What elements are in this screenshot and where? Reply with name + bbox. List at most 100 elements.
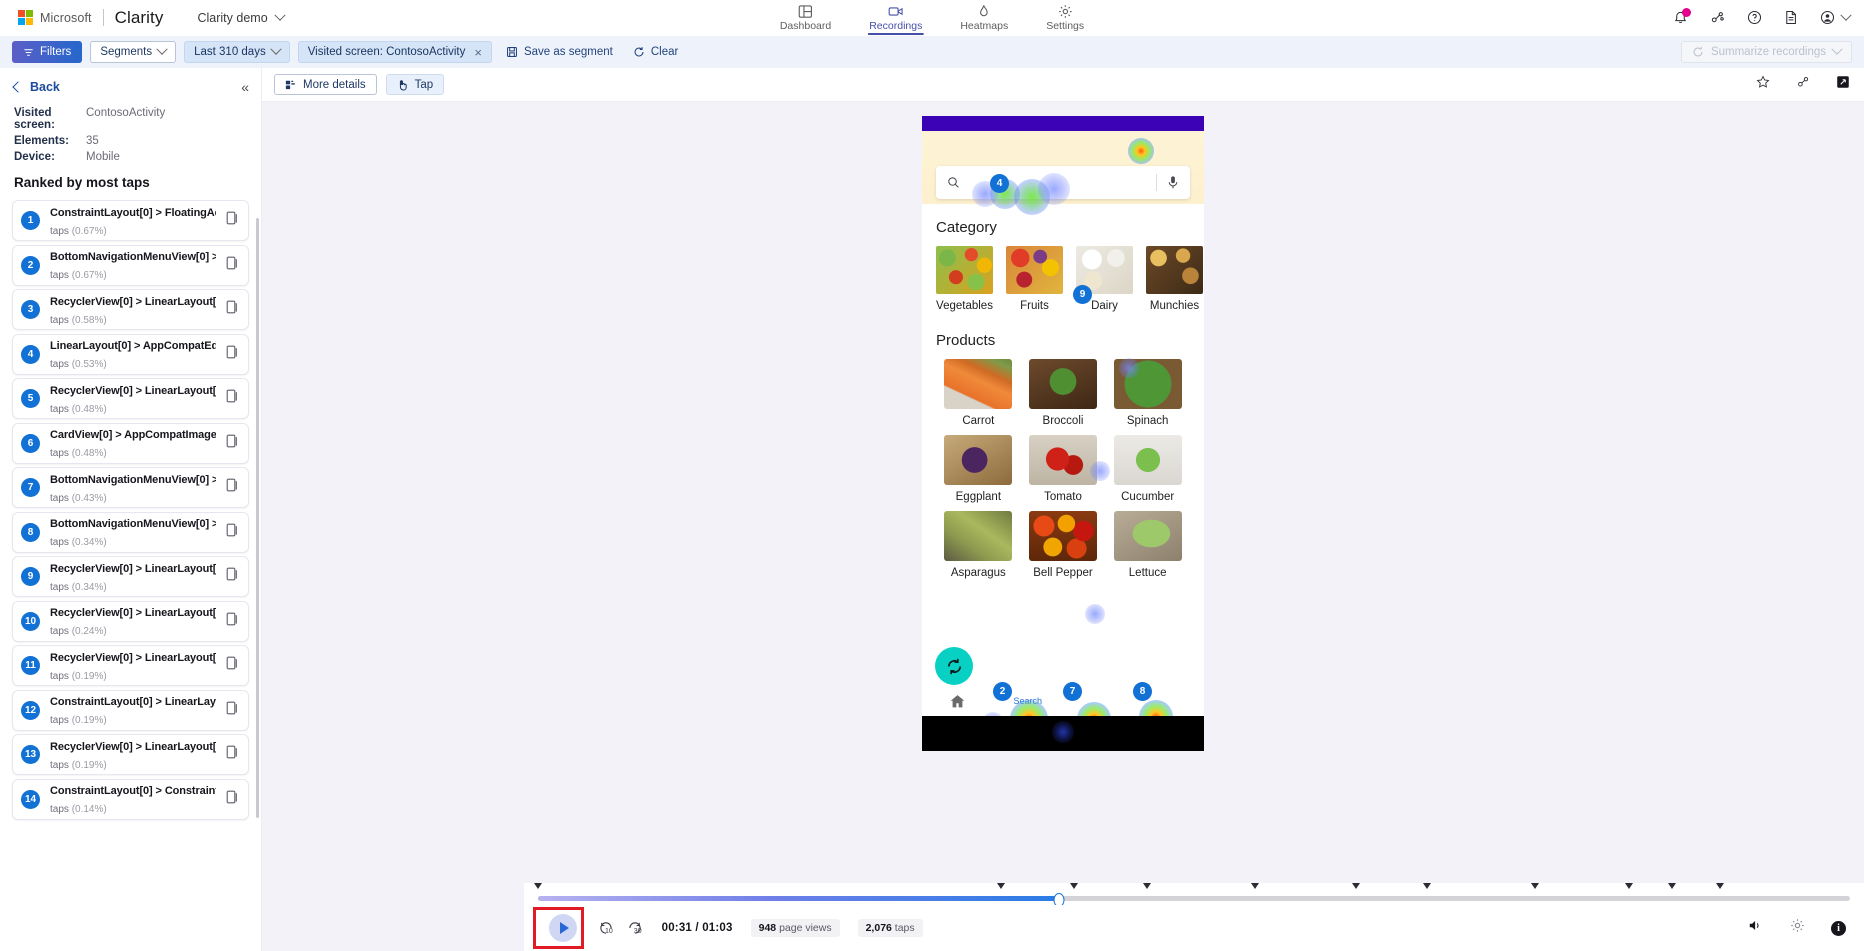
ranked-element-card[interactable]: 13 RecyclerView[0] > LinearLayout[1]4 tap… xyxy=(12,734,249,775)
phone-product-item[interactable]: Eggplant xyxy=(938,435,1019,503)
more-details-button[interactable]: More details xyxy=(274,74,377,95)
nav-item-settings[interactable]: Settings xyxy=(1041,0,1089,36)
tap-marker[interactable]: 8 xyxy=(1133,682,1152,701)
link-share-icon[interactable] xyxy=(1796,75,1810,94)
phone-search-bar[interactable] xyxy=(936,166,1190,199)
phone-product-item[interactable]: Spinach xyxy=(1107,359,1188,427)
settings-gear-icon[interactable] xyxy=(1790,918,1805,938)
recording-viewport[interactable]: Category Vegetables Fruits Dairy Munchies P… xyxy=(262,102,1864,951)
nav-item-dashboard[interactable]: Dashboard xyxy=(775,0,836,36)
collapse-panel-button[interactable]: « xyxy=(241,79,249,95)
filters-button[interactable]: Filters xyxy=(12,41,83,63)
rank-badge: 5 xyxy=(21,389,40,408)
rewind-10-button[interactable]: 10 xyxy=(598,920,613,936)
nav-item-recordings[interactable]: Recordings xyxy=(864,0,927,36)
element-info: ConstraintLayout[0] > FloatingActi...14 … xyxy=(50,203,216,239)
ranked-element-card[interactable]: 3 RecyclerView[0] > LinearLayout[10]12 ta… xyxy=(12,289,249,330)
forward-30-button[interactable]: 30 xyxy=(627,920,642,936)
ranked-element-card[interactable]: 6 CardView[0] > AppCompatImageVi...10 tap… xyxy=(12,422,249,464)
phone-product-item[interactable]: Carrot xyxy=(938,359,1019,427)
tap-marker[interactable]: 2 xyxy=(993,682,1012,701)
ranked-element-card[interactable]: 4 LinearLayout[0] > AppCompatEditT...11 t… xyxy=(12,333,249,375)
help-icon[interactable] xyxy=(1747,10,1762,25)
timeline-tick xyxy=(534,883,542,889)
copy-selector-icon[interactable] xyxy=(226,701,238,720)
share-icon[interactable] xyxy=(1710,10,1725,25)
ranked-element-card[interactable]: 8 BottomNavigationMenuView[0] > ...7 taps… xyxy=(12,511,249,553)
sparkle-refresh-icon xyxy=(1693,46,1703,57)
ranked-element-card[interactable]: 1 ConstraintLayout[0] > FloatingActi...14… xyxy=(12,200,249,241)
notifications-icon[interactable] xyxy=(1673,8,1691,25)
settings-icon xyxy=(1058,4,1072,18)
volume-icon[interactable] xyxy=(1748,918,1764,938)
timeline-track[interactable] xyxy=(538,896,1850,901)
project-selector[interactable]: Clarity demo xyxy=(197,9,286,25)
phone-product-item[interactable]: Bell Pepper xyxy=(1023,511,1104,579)
phone-product-item[interactable]: Cucumber xyxy=(1107,435,1188,503)
copy-selector-icon[interactable] xyxy=(226,389,238,408)
ranked-element-card[interactable]: 10 RecyclerView[0] > LinearLayout[9]5 tap… xyxy=(12,600,249,642)
ranked-element-card[interactable]: 14 ConstraintLayout[0] > ConstraintLa...3… xyxy=(12,778,249,820)
docs-icon[interactable] xyxy=(1784,10,1798,25)
copy-selector-icon[interactable] xyxy=(226,211,238,230)
phone-product-item[interactable]: Tomato xyxy=(1023,435,1104,503)
phone-products-grid[interactable]: Carrot Broccoli Spinach Eggplant Tomato Cucum… xyxy=(922,349,1204,579)
copy-selector-icon[interactable] xyxy=(226,745,238,764)
panel-scrollbar[interactable] xyxy=(256,218,259,818)
phone-product-item[interactable]: Broccoli xyxy=(1023,359,1104,427)
nav-item-heatmaps[interactable]: Heatmaps xyxy=(955,0,1013,36)
metadata-key: Visited screen: xyxy=(14,107,55,131)
copy-selector-icon[interactable] xyxy=(226,478,238,497)
element-path: RecyclerView[0] > LinearLayout[11] xyxy=(50,384,216,397)
tap-marker[interactable]: 9 xyxy=(1073,285,1092,304)
element-info: RecyclerView[0] > LinearLayout[2]7 taps … xyxy=(50,559,216,595)
summarize-recordings-button[interactable]: Summarize recordings xyxy=(1680,41,1852,63)
copy-selector-icon[interactable] xyxy=(226,256,238,275)
element-path: RecyclerView[0] > LinearLayout[10] xyxy=(50,295,216,308)
save-as-segment-button[interactable]: Save as segment xyxy=(500,46,619,58)
copy-selector-icon[interactable] xyxy=(226,656,238,675)
ranked-element-card[interactable]: 9 RecyclerView[0] > LinearLayout[2]7 taps… xyxy=(12,556,249,597)
copy-selector-icon[interactable] xyxy=(226,790,238,809)
copy-selector-icon[interactable] xyxy=(226,523,238,542)
clear-filters-button[interactable]: Clear xyxy=(627,46,684,58)
visited-screen-filter-chip[interactable]: Visited screen: ContosoActivity × xyxy=(297,41,492,63)
tap-marker[interactable]: 4 xyxy=(990,174,1009,193)
phone-category-item[interactable]: Fruits xyxy=(1006,246,1063,312)
ranked-element-card[interactable]: 12 ConstraintLayout[0] > LinearLayout...4… xyxy=(12,689,249,731)
close-icon[interactable]: × xyxy=(474,46,482,59)
ranked-element-card[interactable]: 5 RecyclerView[0] > LinearLayout[11]10 ta… xyxy=(12,378,249,419)
phone-category-row[interactable]: Vegetables Fruits Dairy Munchies xyxy=(922,236,1204,312)
phone-product-item[interactable]: Asparagus xyxy=(938,511,1019,579)
copy-selector-icon[interactable] xyxy=(226,345,238,364)
favorite-star-icon[interactable] xyxy=(1756,75,1770,94)
ranked-element-card[interactable]: 11 RecyclerView[0] > LinearLayout[5]4 tap… xyxy=(12,645,249,686)
phone-nav-home[interactable] xyxy=(922,693,993,710)
screen-metadata: Visited screen: ContosoActivity Elements… xyxy=(14,107,247,163)
microsoft-wordmark: Microsoft xyxy=(40,10,92,25)
ranked-elements-list[interactable]: 1ConstraintLayout[0] > FloatingActi...14… xyxy=(0,190,261,951)
ranked-element-card[interactable]: 7 BottomNavigationMenuView[0] > ...9 taps… xyxy=(12,467,249,508)
date-range-dropdown[interactable]: Last 310 days xyxy=(184,41,290,63)
app-body: Back « Visited screen: ContosoActivity E… xyxy=(0,68,1864,951)
ranked-element-card[interactable]: 2 BottomNavigationMenuView[0] > ...14 tap… xyxy=(12,244,249,286)
phone-refresh-fab[interactable] xyxy=(935,647,973,685)
info-icon[interactable]: i xyxy=(1831,920,1846,936)
copy-selector-icon[interactable] xyxy=(226,567,238,586)
player-timeline[interactable] xyxy=(524,883,1864,907)
phone-product-item[interactable]: Lettuce xyxy=(1107,511,1188,579)
expand-icon[interactable] xyxy=(1836,75,1850,94)
save-icon xyxy=(506,47,517,57)
taps-stat: 2,076 taps xyxy=(857,919,923,937)
tap-mode-button[interactable]: Tap xyxy=(385,74,445,95)
copy-selector-icon[interactable] xyxy=(226,612,238,631)
account-icon[interactable] xyxy=(1820,9,1852,25)
segments-dropdown[interactable]: Segments xyxy=(90,41,177,63)
copy-selector-icon[interactable] xyxy=(226,434,238,453)
phone-category-item[interactable]: Vegetables xyxy=(936,246,993,312)
details-panel-icon xyxy=(285,80,295,89)
copy-selector-icon[interactable] xyxy=(226,300,238,319)
tap-marker[interactable]: 7 xyxy=(1063,682,1082,701)
phone-category-item[interactable]: Munchies xyxy=(1146,246,1203,312)
back-button[interactable]: Back xyxy=(12,80,60,94)
